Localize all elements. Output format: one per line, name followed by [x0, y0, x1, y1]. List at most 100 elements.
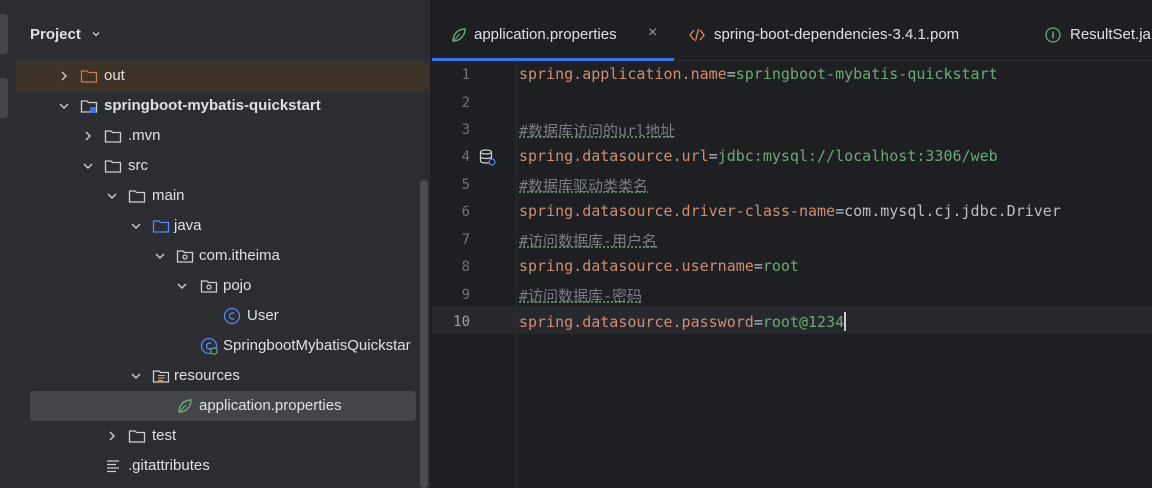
- tree-item-application-class[interactable]: SpringbootMybatisQuickstar: [16, 331, 430, 361]
- tree-item-label: main: [152, 187, 185, 204]
- equals-sign: =: [708, 147, 718, 165]
- resources-folder-icon: [152, 370, 170, 383]
- package-icon: [176, 250, 194, 263]
- tree-item-module[interactable]: springboot-mybatis-quickstart: [16, 91, 430, 121]
- package-icon: [200, 280, 218, 293]
- text-file-icon: [107, 460, 119, 473]
- tab-label: spring-boot-dependencies-3.4.1.pom: [714, 26, 960, 43]
- code-line: spring.datasource.username=root: [519, 257, 799, 275]
- tree-item-user-class[interactable]: User: [16, 301, 430, 331]
- folder-icon: [128, 190, 146, 203]
- close-icon[interactable]: ×: [648, 24, 657, 42]
- folder-excluded-icon: [80, 70, 98, 83]
- chevron-down-icon[interactable]: [130, 220, 142, 232]
- tree-item-gitattributes[interactable]: .gitattributes: [16, 451, 430, 481]
- tree-item-label: SpringbootMybatisQuickstar: [223, 337, 411, 354]
- project-panel: Project out springboot-mybatis-quickstar…: [16, 0, 430, 488]
- property-key: spring.application.name: [519, 65, 727, 83]
- code-line: spring.datasource.driver-class-name=com.…: [519, 202, 1061, 220]
- source-folder-icon: [152, 220, 170, 233]
- tree-item-label: pojo: [223, 277, 252, 294]
- tree-item-src[interactable]: src: [16, 151, 430, 181]
- line-number: 6: [461, 204, 470, 220]
- code-line: spring.datasource.url=jdbc:mysql://local…: [519, 147, 998, 165]
- code-line: spring.application.name=springboot-mybat…: [519, 65, 998, 83]
- class-icon: [223, 307, 241, 325]
- tree-item-main[interactable]: main: [16, 181, 430, 211]
- folder-icon: [104, 130, 122, 143]
- module-folder-icon: [80, 100, 98, 113]
- editor: application.properties × spring-boot-dep…: [432, 0, 1152, 488]
- code-line: #访问数据库-密码: [519, 285, 642, 306]
- tree-item-label: src: [128, 157, 148, 174]
- property-key: spring.datasource.password: [519, 313, 754, 331]
- tree-item-label: test: [152, 427, 177, 444]
- chevron-down-icon[interactable]: [82, 160, 94, 172]
- chevron-down-icon[interactable]: [130, 370, 142, 382]
- project-panel-header: Project: [16, 8, 430, 63]
- chevron-down-icon[interactable]: [154, 250, 166, 262]
- line-number: 5: [461, 177, 470, 193]
- tree-item-mvn[interactable]: .mvn: [16, 121, 430, 151]
- tree-item-out[interactable]: out: [16, 61, 430, 91]
- chevron-right-icon[interactable]: [58, 70, 70, 82]
- spring-leaf-icon: [452, 28, 466, 42]
- tool-button-2[interactable]: [0, 78, 8, 118]
- equals-sign: =: [753, 257, 763, 275]
- property-value: springboot-mybatis-quickstart: [735, 65, 998, 83]
- tab-resultset[interactable]: ResultSet.ja: [1034, 10, 1152, 60]
- project-panel-title[interactable]: Project: [30, 26, 81, 43]
- tree-item-java[interactable]: java: [16, 211, 430, 241]
- property-value: com.mysql.cj.jdbc.Driver: [844, 202, 1061, 220]
- line-number: 8: [461, 259, 470, 275]
- editor-gutter: 1 2 3 4 5 6 7 8 9 10: [432, 61, 517, 488]
- chevron-down-icon[interactable]: [58, 100, 70, 112]
- property-key: spring.datasource.url: [519, 147, 709, 165]
- project-tool-button[interactable]: [0, 14, 8, 54]
- comment: #访问数据库-用户名: [519, 232, 658, 250]
- chevron-down-icon[interactable]: [92, 30, 100, 38]
- line-number: 4: [461, 149, 470, 165]
- code-line: #访问数据库-用户名: [519, 230, 657, 251]
- equals-sign: =: [753, 313, 763, 331]
- tree-item-label: .gitattributes: [128, 457, 210, 474]
- tree-item-package[interactable]: com.itheima: [16, 241, 430, 271]
- equals-sign: =: [726, 65, 736, 83]
- line-number: 3: [461, 122, 470, 138]
- code-line-current: spring.datasource.password=root@1234: [519, 312, 847, 331]
- database-icon[interactable]: [478, 148, 496, 166]
- tab-dependencies-pom[interactable]: spring-boot-dependencies-3.4.1.pom: [674, 10, 1034, 60]
- chevron-right-icon[interactable]: [106, 430, 118, 442]
- tree-scrollbar[interactable]: [420, 180, 428, 488]
- tree-item-application-properties[interactable]: application.properties: [16, 391, 430, 421]
- xml-tag-icon: [689, 28, 705, 42]
- line-number: 7: [461, 232, 470, 248]
- line-number: 9: [461, 287, 470, 303]
- spring-leaf-icon: [178, 399, 192, 413]
- spring-boot-class-icon: [200, 337, 218, 355]
- tree-item-test[interactable]: test: [16, 421, 430, 451]
- tree-item-label: com.itheima: [199, 247, 280, 264]
- tab-label: ResultSet.ja: [1070, 26, 1151, 43]
- tree-item-label: out: [104, 67, 125, 84]
- tree-item-label: .mvn: [128, 127, 161, 144]
- code-line: #数据库驱动类类名: [519, 175, 648, 196]
- chevron-right-icon[interactable]: [82, 130, 94, 142]
- tree-item-label: springboot-mybatis-quickstart: [104, 97, 321, 114]
- tree-item-label: java: [174, 217, 202, 234]
- property-key: spring.datasource.driver-class-name: [519, 202, 836, 220]
- chevron-down-icon[interactable]: [176, 280, 188, 292]
- code-line: #数据库访问的url地址: [519, 120, 675, 141]
- tab-application-properties[interactable]: application.properties ×: [432, 10, 674, 61]
- comment: #访问数据库-密码: [519, 287, 643, 305]
- tree-item-resources[interactable]: resources: [16, 361, 430, 391]
- equals-sign: =: [835, 202, 845, 220]
- editor-tab-bar: application.properties × spring-boot-dep…: [432, 10, 1152, 61]
- tree-item-label: resources: [174, 367, 240, 384]
- line-number: 2: [461, 95, 470, 111]
- tree-item-pojo[interactable]: pojo: [16, 271, 430, 301]
- chevron-down-icon[interactable]: [106, 190, 118, 202]
- tab-label: application.properties: [474, 26, 617, 43]
- property-value: root@1234: [762, 313, 845, 331]
- folder-icon: [128, 430, 146, 443]
